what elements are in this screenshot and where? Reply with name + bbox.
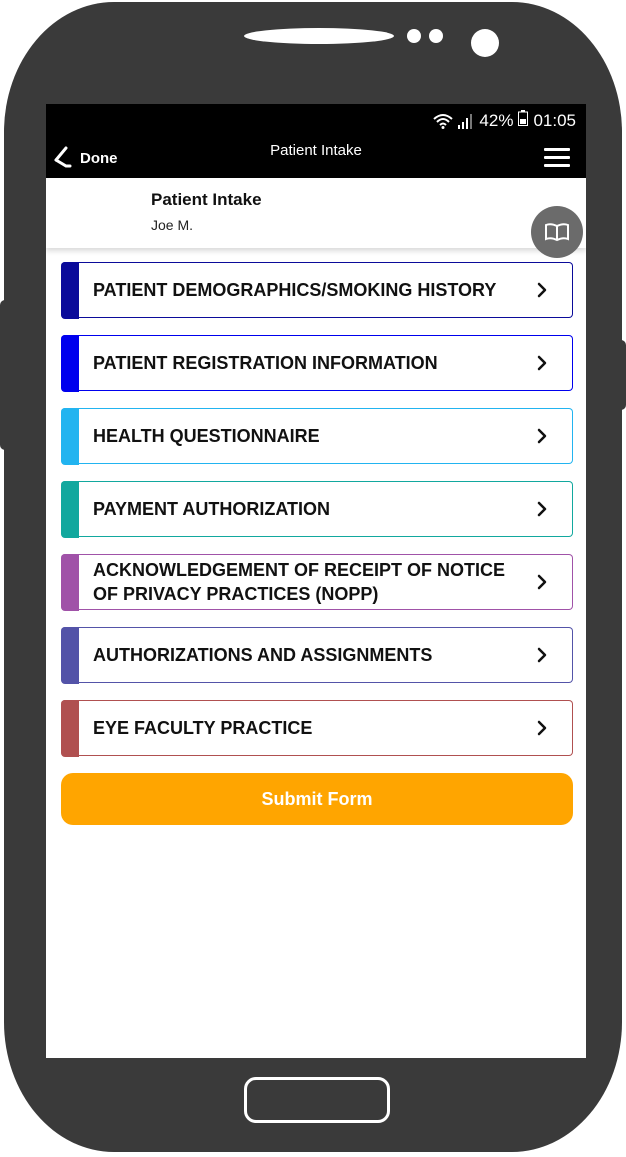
form-section-item[interactable]: EYE FACULTY PRACTICE: [61, 699, 573, 757]
section-label: PAYMENT AUTHORIZATION: [93, 499, 330, 519]
battery-icon: [518, 110, 529, 131]
chevron-right-icon: [537, 501, 547, 517]
app-bar: Done Patient Intake: [46, 136, 586, 178]
section-color-bar: [61, 480, 79, 538]
form-header: Patient Intake Joe M.: [46, 178, 586, 248]
phone-home-button[interactable]: [244, 1077, 390, 1123]
submit-form-button[interactable]: Submit Form: [61, 773, 573, 825]
section-label: AUTHORIZATIONS AND ASSIGNMENTS: [93, 645, 433, 665]
wifi-icon: [433, 113, 454, 129]
phone-sensor: [429, 29, 443, 43]
clock: 01:05: [533, 110, 576, 130]
section-label: PATIENT REGISTRATION INFORMATION: [93, 353, 438, 373]
section-color-bar: [61, 261, 79, 319]
section-label: ACKNOWLEDGEMENT OF RECEIPT OF NOTICE OF …: [93, 560, 505, 604]
status-bar: 42% 01:05: [46, 104, 586, 136]
phone-speaker: [244, 28, 394, 44]
section-label: EYE FACULTY PRACTICE: [93, 718, 313, 738]
section-color-bar: [61, 334, 79, 392]
section-label: HEALTH QUESTIONNAIRE: [93, 426, 320, 446]
form-section-item[interactable]: PAYMENT AUTHORIZATION: [61, 480, 573, 538]
app-screen: 42% 01:05 Done Patient Intake Patient In…: [46, 104, 586, 1058]
chevron-right-icon: [537, 647, 547, 663]
form-title: Patient Intake: [151, 190, 262, 209]
hamburger-menu-icon[interactable]: [544, 148, 570, 168]
phone-camera: [471, 29, 499, 57]
form-section-item[interactable]: AUTHORIZATIONS AND ASSIGNMENTS: [61, 626, 573, 684]
status-right: 42% 01:05: [433, 110, 576, 131]
section-color-bar: [61, 626, 79, 684]
section-color-bar: [61, 407, 79, 465]
open-book-icon[interactable]: [531, 206, 583, 258]
battery-level: 42%: [479, 110, 514, 130]
appbar-title: Patient Intake: [270, 142, 362, 159]
section-label: PATIENT DEMOGRAPHICS/SMOKING HISTORY: [93, 280, 497, 300]
signal-icon: [458, 113, 474, 129]
chevron-right-icon: [537, 428, 547, 444]
section-color-bar: [61, 553, 79, 611]
form-section-item[interactable]: HEALTH QUESTIONNAIRE: [61, 407, 573, 465]
form-section-item[interactable]: PATIENT REGISTRATION INFORMATION: [61, 334, 573, 392]
section-list: PATIENT DEMOGRAPHICS/SMOKING HISTORY PATI…: [61, 261, 573, 773]
chevron-right-icon: [537, 720, 547, 736]
phone-sensor: [407, 29, 421, 43]
chevron-right-icon: [537, 355, 547, 371]
patient-name: Joe M.: [151, 217, 194, 233]
chevron-right-icon: [537, 574, 547, 590]
form-section-item[interactable]: ACKNOWLEDGEMENT OF RECEIPT OF NOTICE OF …: [61, 553, 573, 611]
form-section-item[interactable]: PATIENT DEMOGRAPHICS/SMOKING HISTORY: [61, 261, 573, 319]
chevron-right-icon: [537, 282, 547, 298]
section-color-bar: [61, 699, 79, 757]
